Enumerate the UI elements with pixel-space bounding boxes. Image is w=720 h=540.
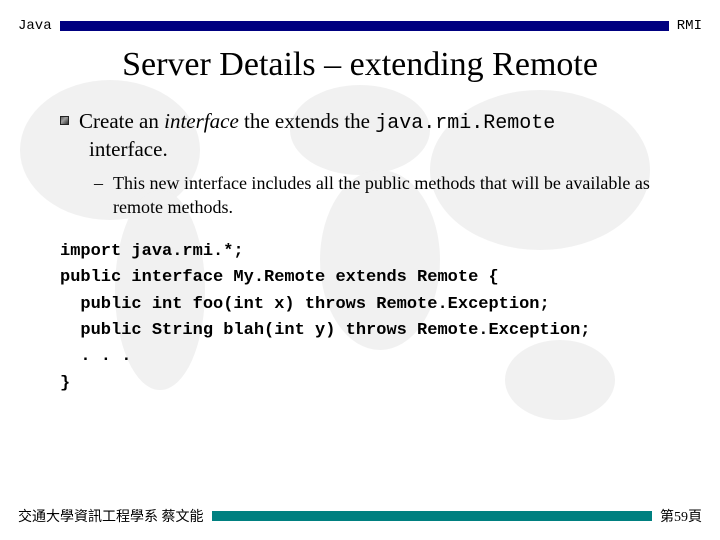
slide-title: Server Details – extending Remote bbox=[0, 38, 720, 98]
sub-bullet-text: This new interface includes all the publ… bbox=[113, 172, 670, 219]
header-right-label: RMI bbox=[677, 18, 702, 34]
bullet-text-line2: interface. bbox=[89, 136, 168, 162]
bullet-pre: Create an bbox=[79, 109, 164, 133]
footer-page-number: 第59頁 bbox=[660, 506, 702, 526]
bullet-mono: java.rmi.Remote bbox=[375, 112, 555, 135]
footer-divider-bar bbox=[212, 511, 653, 521]
footer-left-label: 交通大學資訊工程學系 蔡文能 bbox=[18, 506, 204, 526]
header-divider-bar bbox=[60, 21, 669, 31]
bullet-italic: interface bbox=[164, 109, 239, 133]
bullet-text: Create an interface the extends the java… bbox=[79, 108, 555, 136]
header-left-label: Java bbox=[18, 18, 52, 34]
dash-bullet-icon: – bbox=[94, 172, 103, 195]
square-bullet-icon bbox=[60, 116, 69, 125]
bullet-mid: the extends the bbox=[239, 109, 375, 133]
slide-content: Create an interface the extends the java… bbox=[0, 98, 720, 397]
slide-header: Java RMI bbox=[0, 0, 720, 38]
sub-bullet-item: – This new interface includes all the pu… bbox=[94, 172, 670, 219]
slide-footer: 交通大學資訊工程學系 蔡文能 第59頁 bbox=[0, 506, 720, 526]
code-block: import java.rmi.*; public interface My.R… bbox=[60, 239, 670, 397]
bullet-item: Create an interface the extends the java… bbox=[60, 108, 670, 162]
